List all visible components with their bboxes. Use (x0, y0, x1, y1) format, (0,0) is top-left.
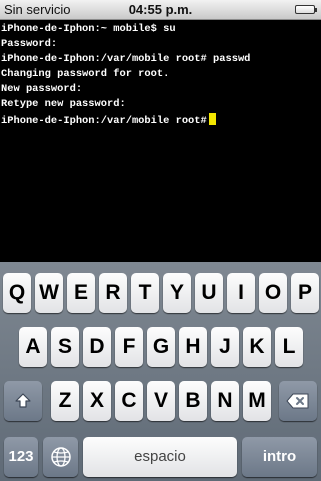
key-r[interactable]: R (99, 273, 127, 313)
battery-icon (295, 5, 317, 14)
key-f[interactable]: F (115, 327, 143, 367)
terminal-line: Retype new password: (1, 98, 126, 111)
terminal-output[interactable]: iPhone-de-Iphon:~ mobile$ su Password: i… (0, 20, 321, 262)
shift-key[interactable] (4, 381, 42, 421)
key-e[interactable]: E (67, 273, 95, 313)
key-t[interactable]: T (131, 273, 159, 313)
key-y[interactable]: Y (163, 273, 191, 313)
terminal-prompt-line: iPhone-de-Iphon:/var/mobile root# (1, 112, 320, 129)
key-g[interactable]: G (147, 327, 175, 367)
key-z[interactable]: Z (51, 381, 79, 421)
key-b[interactable]: B (179, 381, 207, 421)
key-o[interactable]: O (259, 273, 287, 313)
key-s[interactable]: S (51, 327, 79, 367)
key-u[interactable]: U (195, 273, 223, 313)
shift-arrow-icon (15, 393, 31, 408)
terminal-line: Password: (1, 38, 58, 51)
key-c[interactable]: C (115, 381, 143, 421)
terminal-line: Changing password for root. (1, 68, 170, 81)
key-k[interactable]: K (243, 327, 271, 367)
on-screen-keyboard: Q W E R T Y U I O P A S D F G H J K L Z … (0, 262, 321, 481)
key-w[interactable]: W (35, 273, 63, 313)
text-cursor (208, 112, 216, 125)
terminal-line: iPhone-de-Iphon:/var/mobile root# passwd (1, 53, 251, 66)
terminal-prompt: iPhone-de-Iphon:/var/mobile root# (1, 114, 207, 127)
key-d[interactable]: D (83, 327, 111, 367)
terminal-line: iPhone-de-Iphon:~ mobile$ su (1, 23, 176, 35)
clock: 04:55 p.m. (128, 2, 193, 17)
status-bar: Sin servicio 04:55 p.m. (0, 0, 321, 20)
numbers-key[interactable]: 123 (4, 437, 38, 477)
return-key[interactable]: intro (242, 437, 317, 477)
key-a[interactable]: A (19, 327, 47, 367)
key-p[interactable]: P (291, 273, 319, 313)
space-key[interactable]: espacio (83, 437, 237, 477)
key-l[interactable]: L (275, 327, 303, 367)
delete-key[interactable] (279, 381, 317, 421)
globe-key[interactable] (43, 437, 78, 477)
globe-icon (50, 447, 71, 467)
key-j[interactable]: J (211, 327, 239, 367)
key-h[interactable]: H (179, 327, 207, 367)
key-q[interactable]: Q (3, 273, 31, 313)
key-i[interactable]: I (227, 273, 255, 313)
key-x[interactable]: X (83, 381, 111, 421)
key-v[interactable]: V (147, 381, 175, 421)
key-m[interactable]: M (243, 381, 271, 421)
backspace-icon (286, 393, 309, 409)
key-n[interactable]: N (211, 381, 239, 421)
terminal-line: New password: (1, 83, 83, 96)
